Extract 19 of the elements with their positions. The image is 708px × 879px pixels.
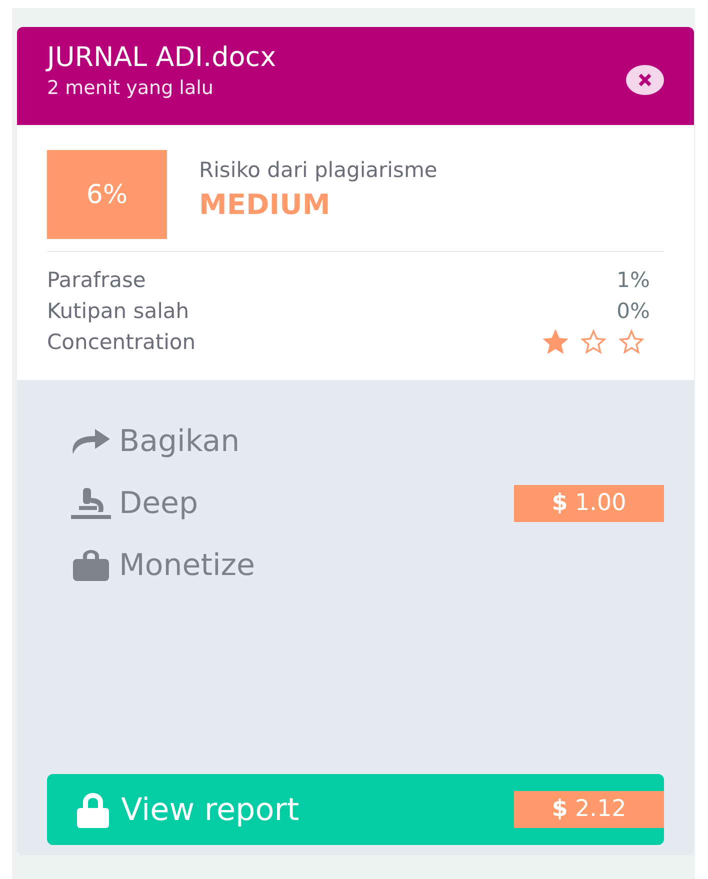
action-link[interactable]: Bagikan	[69, 424, 240, 458]
metric-label: Kutipan salah	[47, 298, 190, 322]
view-report-button[interactable]: View report $ 2.12	[47, 774, 664, 845]
risk-level: MEDIUM	[199, 188, 332, 221]
price-tag: $ 1.00	[514, 484, 664, 522]
microscope-icon	[69, 486, 113, 520]
close-icon	[637, 72, 653, 88]
document-title: JURNAL ADI.docx	[47, 41, 276, 75]
risk-label: Risiko dari plagiarisme	[199, 158, 438, 182]
action-link[interactable]: Deep	[69, 486, 198, 520]
percent-score: 6%	[47, 150, 167, 239]
time-ago: 2 menit yang lalu	[47, 76, 214, 101]
metric-value: 1%	[616, 268, 650, 292]
action-link[interactable]: Monetize	[69, 548, 256, 582]
metric-label: Concentration	[47, 330, 196, 354]
metric-label: Parafrase	[47, 268, 146, 292]
metric-value: 0%	[616, 298, 650, 322]
price-tag: $ 2.12	[514, 791, 664, 828]
close-button[interactable]	[626, 65, 664, 95]
